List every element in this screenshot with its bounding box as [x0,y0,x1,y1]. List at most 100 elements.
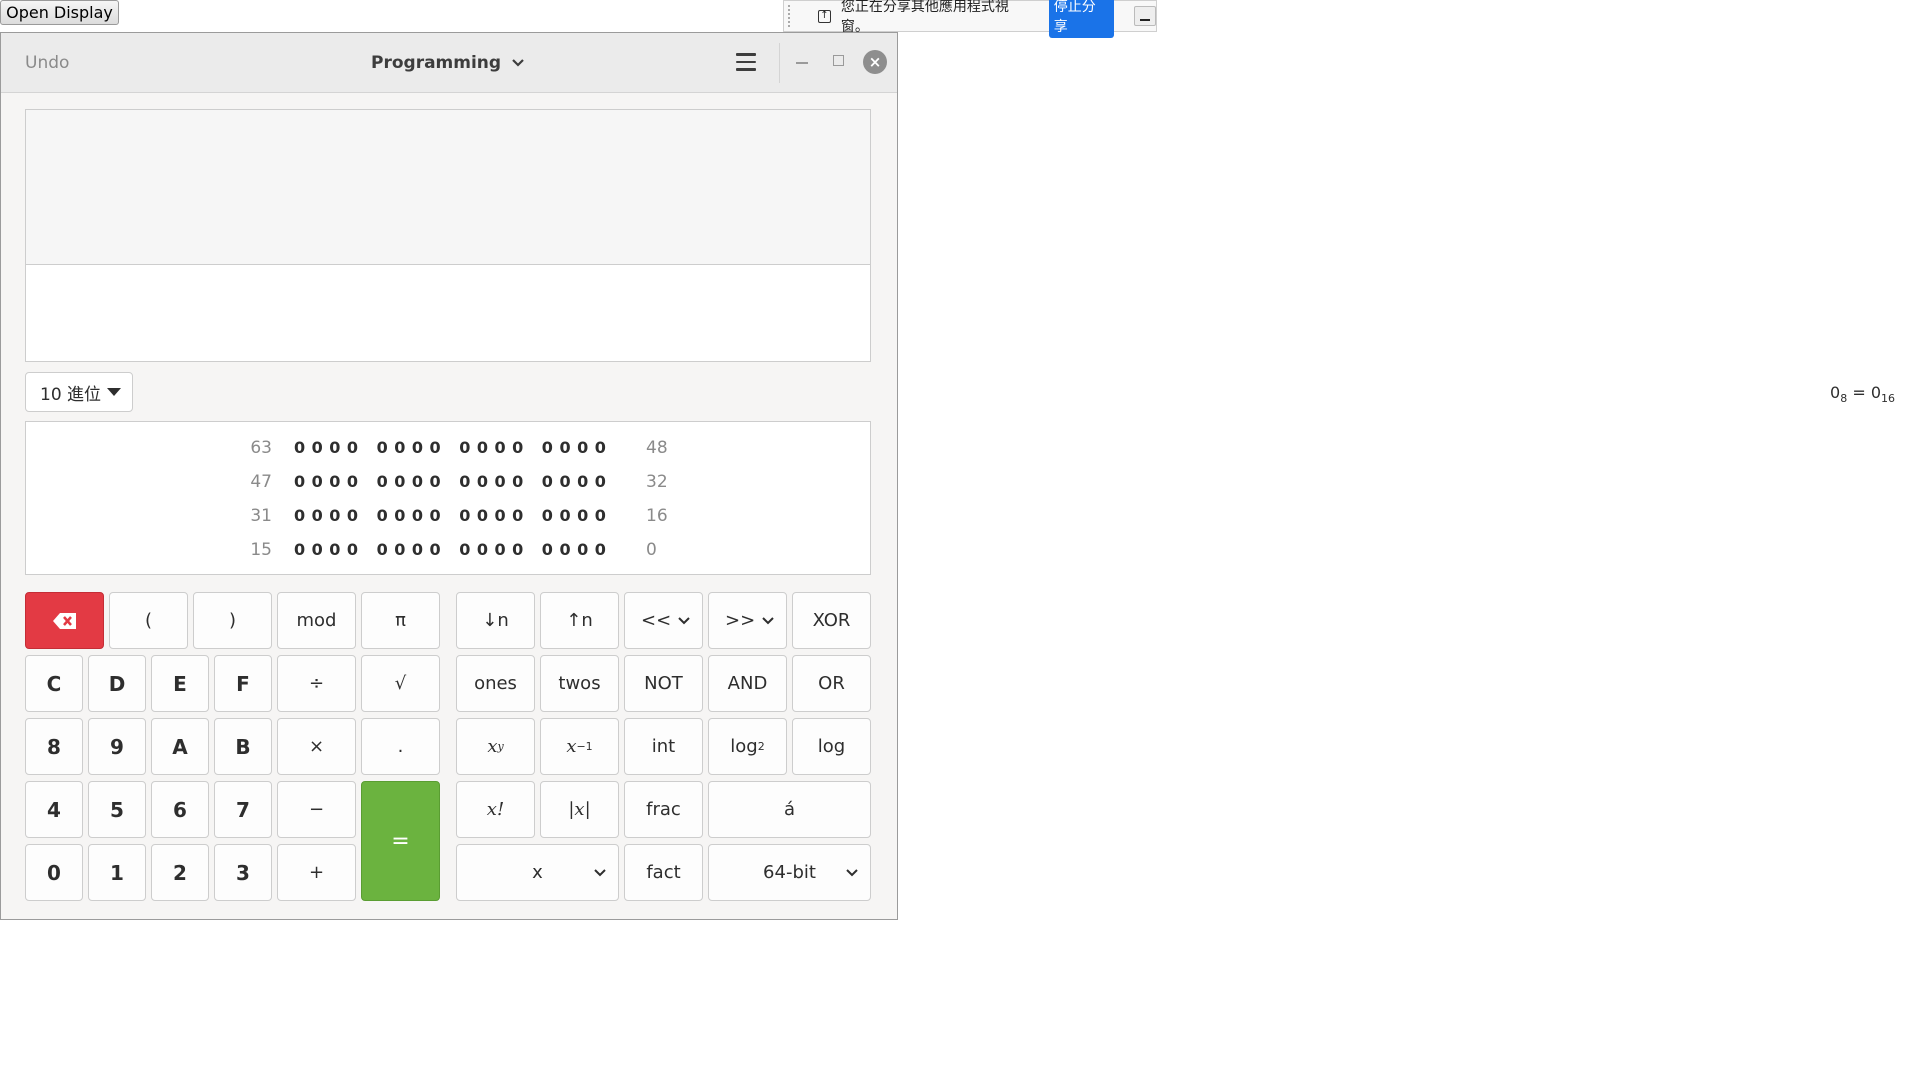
backspace-button[interactable] [25,592,104,649]
drag-handle-icon[interactable] [788,5,796,27]
expression-entry[interactable] [25,264,871,362]
left-shift-label: << [641,610,672,631]
factorial-label: x! [486,799,505,820]
key-0[interactable]: 0 [25,844,83,901]
or-button[interactable]: OR [792,655,871,712]
share-screen-icon: ↑ [817,9,831,23]
power-exponent: y [497,739,504,753]
bit-values[interactable]: 0000 0000 0000 0000 [294,540,612,559]
bit-values[interactable]: 0000 0000 0000 0000 [294,506,612,525]
number-base-label: 10 進位 [40,384,102,405]
close-window-button[interactable]: × [863,50,887,74]
xor-button[interactable]: XOR [792,592,871,649]
sqrt-button[interactable]: √ [361,655,440,712]
key-e[interactable]: E [151,655,209,712]
key-d[interactable]: D [88,655,146,712]
bit-index-low: 0 [646,540,657,560]
left-shift-menu-button[interactable]: << [624,592,703,649]
minimize-window-button[interactable] [796,62,808,64]
ones-complement-button[interactable]: ones [456,655,535,712]
key-f[interactable]: F [214,655,272,712]
bit-values[interactable]: 0000 0000 0000 0000 [294,472,612,491]
mod-button[interactable]: mod [277,592,356,649]
power-button[interactable]: xy [456,718,535,775]
share-message: 您正在分享其他應用程式視窗。 [840,0,1009,35]
shift-down-button[interactable]: ↓n [456,592,535,649]
key-5[interactable]: 5 [88,781,146,838]
factorize-button[interactable]: fact [624,844,703,901]
bit-row: 63 0000 0000 0000 0000 48 [26,438,872,458]
bit-index-low: 48 [646,438,668,458]
header-separator [779,43,780,83]
chevron-down-icon [846,868,858,876]
number-base-select[interactable]: 10 進位 [25,372,133,412]
twos-complement-button[interactable]: twos [540,655,619,712]
key-a[interactable]: A [151,718,209,775]
subscript-menu-button[interactable]: x [456,844,619,901]
minimize-share-bar-button[interactable] [1134,6,1157,26]
undo-button[interactable]: Undo [25,33,69,92]
chevron-down-icon [678,616,690,624]
bit-row: 47 0000 0000 0000 0000 32 [26,472,872,492]
absolute-value-label: |x| [568,799,591,820]
key-7[interactable]: 7 [214,781,272,838]
pi-button[interactable]: π [361,592,440,649]
inverse-base: x [566,736,577,757]
decimal-point-button[interactable]: . [361,718,440,775]
key-2[interactable]: 2 [151,844,209,901]
open-paren-button[interactable]: ( [109,592,188,649]
key-4[interactable]: 4 [25,781,83,838]
bit-values[interactable]: 0000 0000 0000 0000 [294,438,612,457]
maximize-window-button[interactable] [833,55,844,66]
key-1[interactable]: 1 [88,844,146,901]
mode-label: Programming [371,52,502,73]
open-display-button[interactable]: Open Display [0,0,119,25]
shift-up-button[interactable]: ↑n [540,592,619,649]
right-shift-menu-button[interactable]: >> [708,592,787,649]
inverse-button[interactable]: x −1 [540,718,619,775]
log2-label: log [730,736,758,757]
fractional-part-button[interactable]: frac [624,781,703,838]
base-conversion-readout: 08 = 016 [1830,383,1895,405]
word-size-menu-button[interactable]: 64-bit [708,844,871,901]
key-6[interactable]: 6 [151,781,209,838]
bit-index-high: 31 [250,506,272,526]
and-button[interactable]: AND [708,655,787,712]
bit-index-low: 16 [646,506,668,526]
subtract-button[interactable]: − [277,781,356,838]
bit-index-high: 47 [250,472,272,492]
key-b[interactable]: B [214,718,272,775]
key-9[interactable]: 9 [88,718,146,775]
key-c[interactable]: C [25,655,83,712]
not-button[interactable]: NOT [624,655,703,712]
subscript-menu-label: x [532,862,543,883]
key-8[interactable]: 8 [25,718,83,775]
log2-button[interactable]: log 2 [708,718,787,775]
stop-sharing-button[interactable]: 停止分享 [1048,0,1115,38]
equals-button[interactable]: = [361,781,440,901]
bit-row: 31 0000 0000 0000 0000 16 [26,506,872,526]
factorial-symbol-button[interactable]: x! [456,781,535,838]
dropdown-arrow-icon [107,388,122,396]
log-button[interactable]: log [792,718,871,775]
conversion-rhs-base: 16 [1881,392,1895,406]
history-display [25,109,871,264]
mode-menu-button[interactable]: Programming [371,33,525,92]
character-code-button[interactable]: á [708,781,871,838]
main-menu-icon[interactable] [736,53,756,71]
chevron-down-icon [512,58,524,67]
word-size-label: 64-bit [763,862,816,883]
divide-button[interactable]: ÷ [277,655,356,712]
key-3[interactable]: 3 [214,844,272,901]
multiply-button[interactable]: × [277,718,356,775]
conversion-lhs: 0 [1830,383,1841,402]
bit-row: 15 0000 0000 0000 0000 0 [26,540,872,560]
conversion-lhs-base: 8 [1840,392,1848,406]
integer-part-button[interactable]: int [624,718,703,775]
add-button[interactable]: + [277,844,356,901]
right-shift-label: >> [725,610,756,631]
header-bar: Undo Programming × [1,33,897,93]
conversion-rhs: 0 [1870,383,1881,402]
absolute-value-button[interactable]: |x| [540,781,619,838]
close-paren-button[interactable]: ) [193,592,272,649]
